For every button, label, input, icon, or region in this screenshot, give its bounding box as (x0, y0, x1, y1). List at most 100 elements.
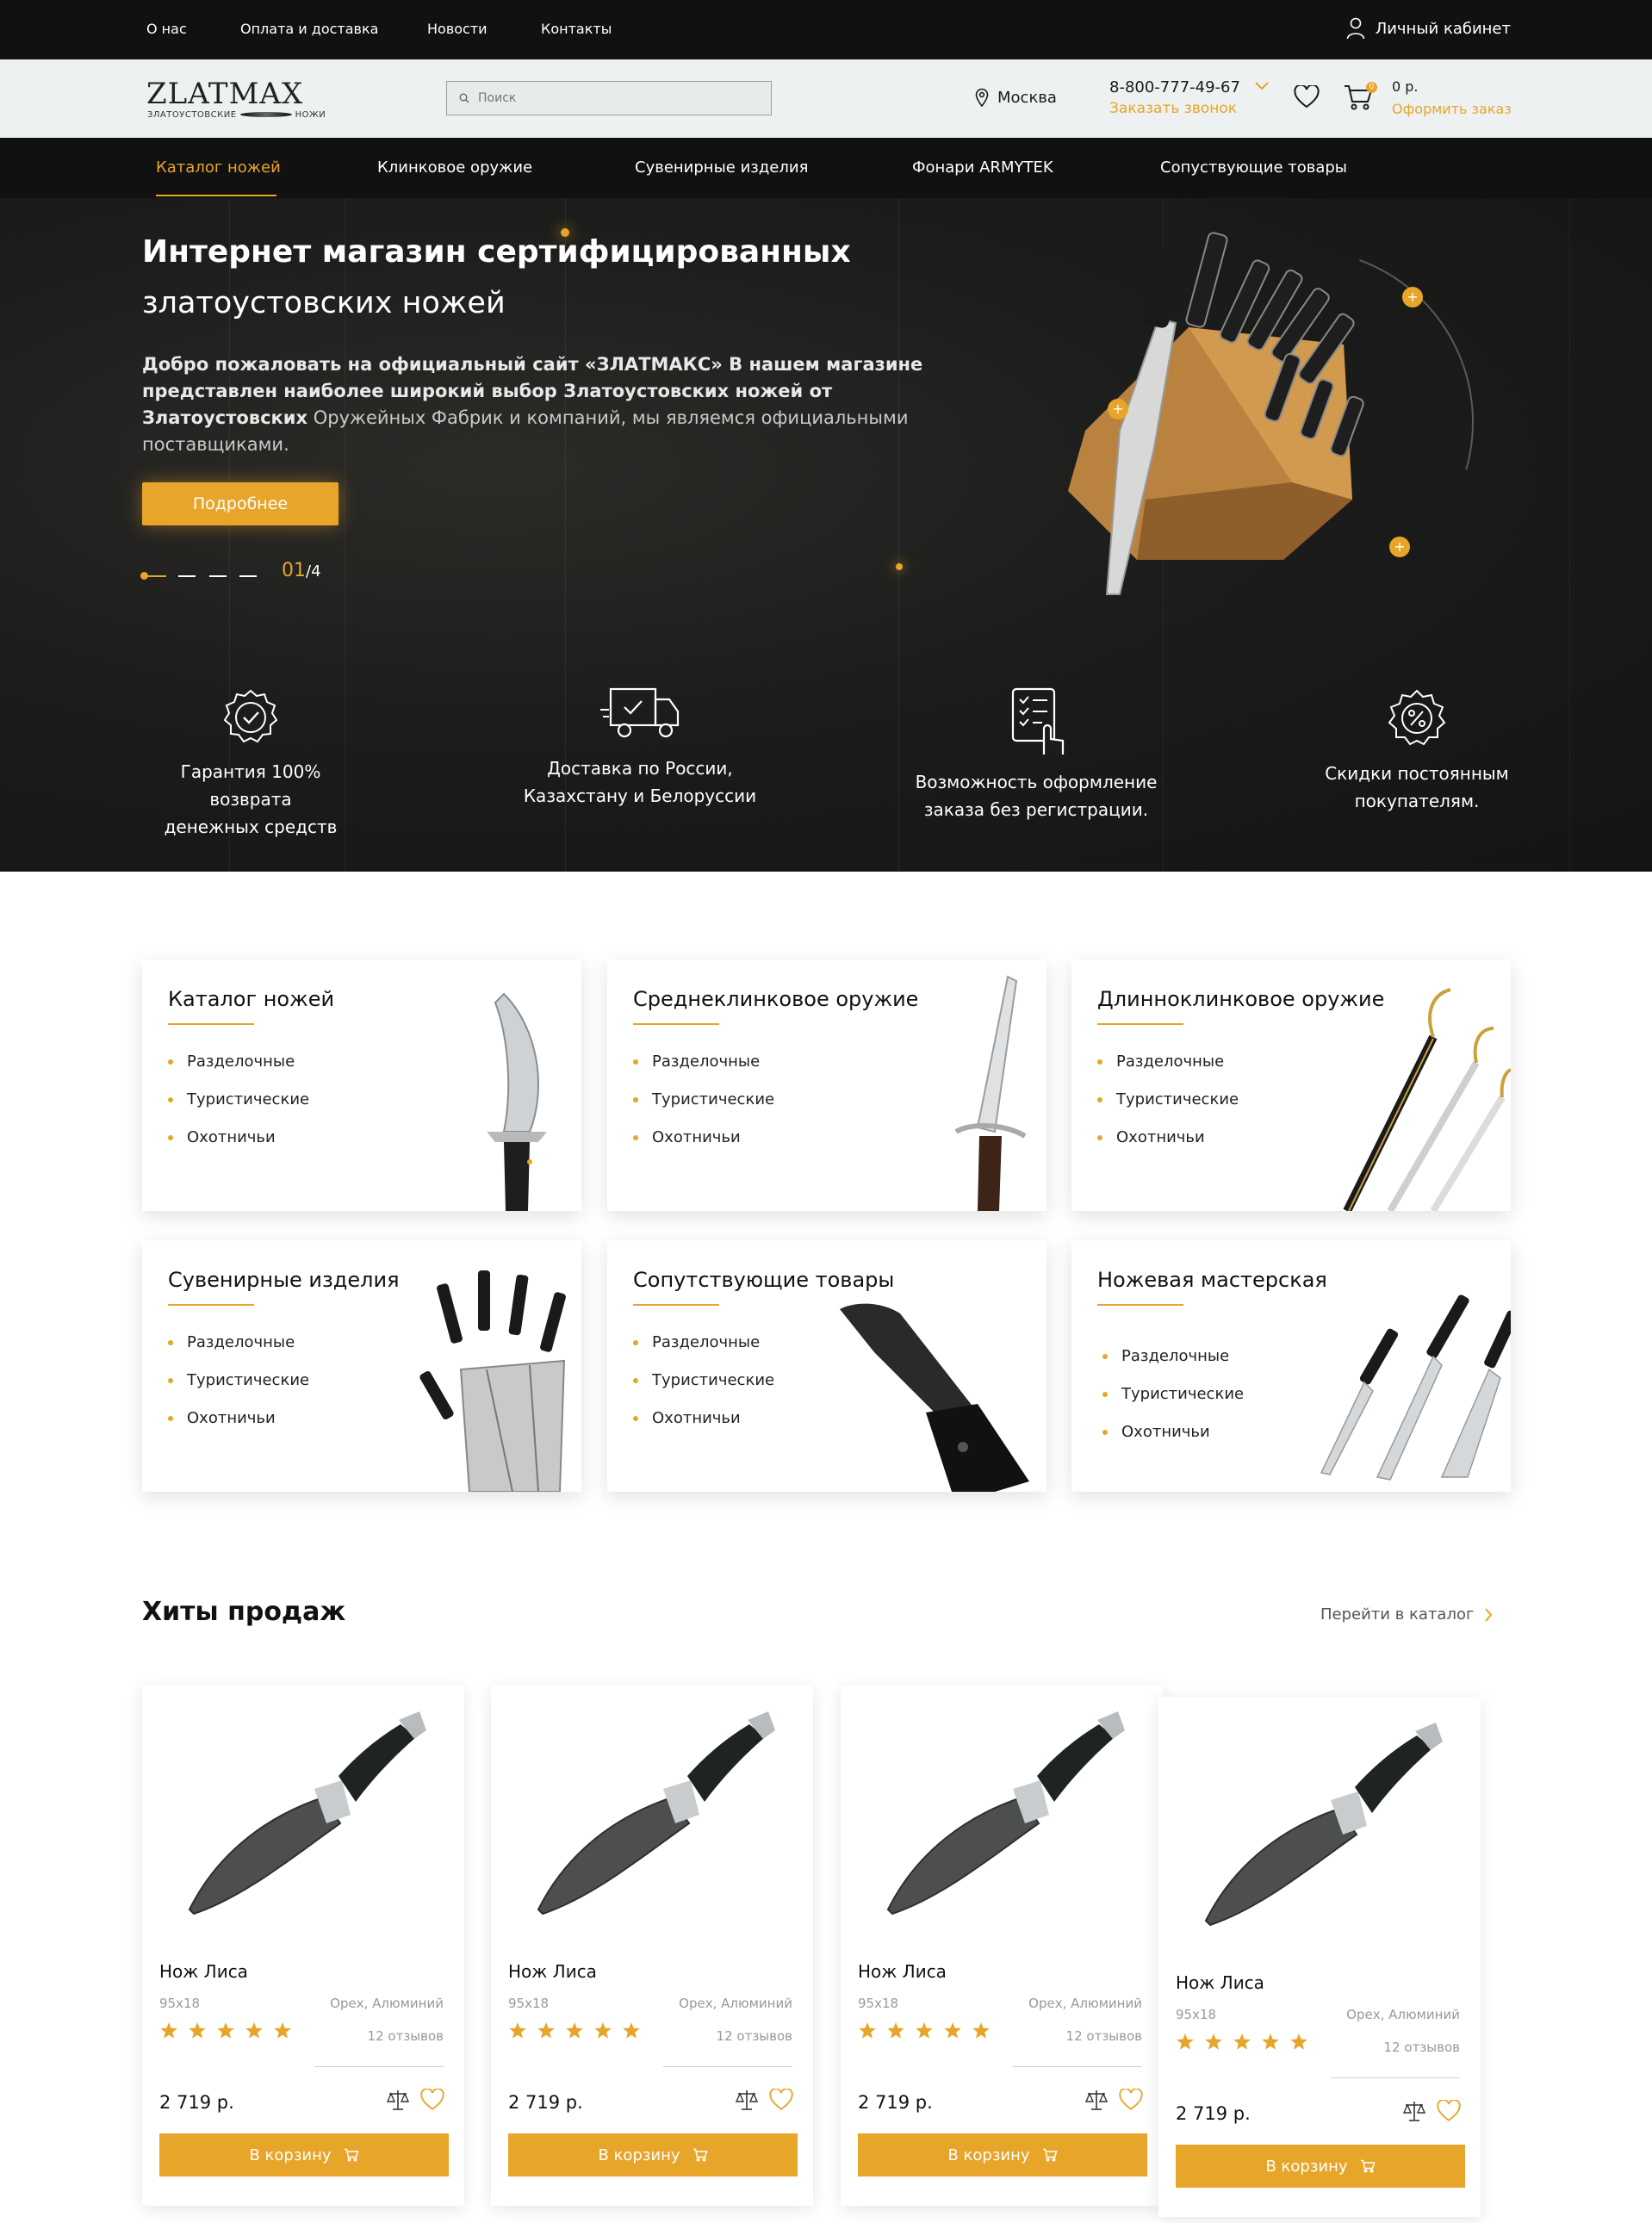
logo[interactable]: ZLATMAX (146, 77, 303, 111)
star-icon (1262, 2034, 1279, 2050)
nav-item-knife-catalog[interactable]: Каталог ножей (156, 158, 281, 177)
product-reviews[interactable]: 12 отзывов (368, 2028, 444, 2044)
logo-knife-mark (239, 112, 292, 117)
nav-item-blade-weapons[interactable]: Клинковое оружие (377, 158, 532, 177)
category-link[interactable]: Разделочные (633, 1053, 774, 1090)
category-link[interactable]: Охотничьи (168, 1409, 309, 1447)
category-card-knife-catalog[interactable]: Каталог ножей Разделочные Туристические … (142, 959, 581, 1211)
product-material: Орех, Алюминий (1028, 1996, 1142, 2011)
search-box[interactable] (446, 81, 772, 115)
category-link[interactable]: Охотничьи (168, 1128, 309, 1166)
star-icon (160, 2022, 177, 2039)
category-link[interactable]: Туристические (1097, 1090, 1239, 1128)
category-card-long-blade[interactable]: Длинноклинковое оружие Разделочные Турис… (1071, 959, 1511, 1211)
product-name[interactable]: Нож Лиса (508, 1961, 597, 1982)
category-list: Разделочные Туристические Охотничьи (1102, 1347, 1244, 1461)
search-input[interactable] (478, 91, 736, 105)
nav-item-related-goods[interactable]: Сопуствующие товары (1160, 158, 1347, 177)
top-link-news[interactable]: Новости (427, 21, 488, 37)
discount-badge-icon (1388, 689, 1446, 746)
product-reviews[interactable]: 12 отзывов (717, 2028, 792, 2044)
product-price: 2 719 р. (508, 2092, 583, 2113)
category-link[interactable]: Туристические (1102, 1385, 1244, 1423)
category-title[interactable]: Сувенирные изделия (168, 1268, 400, 1292)
top-bar: О нас Оплата и доставка Новости Контакты… (0, 0, 1652, 59)
slide-indicator-1[interactable] (142, 575, 166, 577)
add-to-cart-button[interactable]: В корзину (1176, 2145, 1465, 2188)
compare-scales-icon[interactable] (736, 2089, 758, 2111)
slide-indicator-4[interactable] (239, 575, 257, 577)
product-name[interactable]: Нож Лиса (159, 1961, 248, 1982)
go-to-catalog-link[interactable]: Перейти в каталог (1320, 1605, 1493, 1624)
nav-item-souvenirs[interactable]: Сувенирные изделия (635, 158, 808, 177)
top-link-about[interactable]: О нас (146, 21, 187, 37)
knife-set-image (419, 1270, 566, 1492)
star-icon (623, 2022, 640, 2039)
top-link-contacts[interactable]: Контакты (541, 21, 612, 37)
add-to-cart-button[interactable]: В корзину (858, 2133, 1147, 2176)
category-link[interactable]: Разделочные (633, 1333, 774, 1371)
category-link[interactable]: Разделочные (1102, 1347, 1244, 1385)
category-card-souvenirs[interactable]: Сувенирные изделия Разделочные Туристиче… (142, 1240, 581, 1492)
star-icon (537, 2022, 555, 2039)
account-link[interactable]: Личный кабинет (1346, 17, 1511, 40)
heart-icon[interactable] (1119, 2089, 1143, 2111)
category-link[interactable]: Охотничьи (633, 1128, 774, 1166)
category-link[interactable]: Туристические (168, 1090, 309, 1128)
callback-link[interactable]: Заказать звонок (1109, 100, 1237, 117)
category-list: Разделочные Туристические Охотничьи (168, 1333, 309, 1447)
logo-subtitle: ЗЛАТОУСТОВСКИЕ НОЖИ (147, 110, 326, 120)
product-name[interactable]: Нож Лиса (858, 1961, 947, 1982)
heart-icon[interactable] (1437, 2100, 1461, 2122)
category-link[interactable]: Охотничьи (633, 1409, 774, 1447)
star-icon (1290, 2034, 1307, 2050)
feature-no-registration-line2: заказа без регистрации. (923, 799, 1149, 820)
category-card-related-goods[interactable]: Сопутствующие товары Разделочные Туристи… (607, 1240, 1046, 1492)
chevron-down-icon[interactable] (1255, 82, 1269, 90)
product-card[interactable]: Нож Лиса 95x18 Орех, Алюминий 12 отзывов 2 7… (1158, 1697, 1481, 2217)
location-pin-icon (975, 88, 989, 107)
product-name[interactable]: Нож Лиса (1176, 1972, 1264, 1993)
product-card[interactable]: Нож Лиса 95x18 Орех, Алюминий 12 отзывов 2 7… (841, 1686, 1163, 2206)
star-icon (1177, 2034, 1194, 2050)
category-title[interactable]: Каталог ножей (168, 987, 334, 1011)
slide-indicator-2[interactable] (178, 575, 196, 577)
category-card-knife-workshop[interactable]: Ножевая мастерская Разделочные Туристиче… (1071, 1240, 1511, 1492)
category-card-medium-blade[interactable]: Среднеклинковое оружие Разделочные Турис… (607, 959, 1046, 1211)
product-reviews[interactable]: 12 отзывов (1384, 2040, 1460, 2055)
cart-icon (344, 2148, 359, 2162)
product-card[interactable]: Нож Лиса 95x18 Орех, Алюминий 12 отзывов 2 7… (142, 1686, 464, 2206)
hero-divider (1569, 198, 1570, 872)
add-to-cart-button[interactable]: В корзину (508, 2133, 798, 2176)
category-link[interactable]: Туристические (633, 1090, 774, 1128)
more-button[interactable]: Подробнее (142, 482, 338, 525)
heart-icon[interactable] (420, 2089, 444, 2111)
hero-subtitle: златоустовских ножей (142, 286, 506, 320)
compare-scales-icon[interactable] (1403, 2100, 1425, 2122)
top-link-payment-delivery[interactable]: Оплата и доставка (240, 21, 378, 37)
slide-indicator-3[interactable] (209, 575, 227, 577)
compare-scales-icon[interactable] (387, 2089, 409, 2111)
search-icon[interactable] (459, 93, 469, 103)
heart-icon[interactable] (769, 2089, 793, 2111)
checkout-link[interactable]: Оформить заказ (1392, 101, 1512, 117)
category-link[interactable]: Разделочные (1097, 1053, 1239, 1090)
heart-icon[interactable] (1294, 85, 1320, 109)
star-icon (859, 2022, 876, 2039)
category-link[interactable]: Охотничьи (1097, 1128, 1239, 1166)
category-link[interactable]: Туристические (168, 1371, 309, 1409)
category-link[interactable]: Охотничьи (1102, 1423, 1244, 1461)
city-selector[interactable]: Москва (975, 88, 1057, 107)
nav-item-armytek-lights[interactable]: Фонари ARMYTEK (912, 158, 1053, 177)
category-link[interactable]: Разделочные (168, 1333, 309, 1371)
star-icon (566, 2022, 583, 2039)
product-reviews[interactable]: 12 отзывов (1066, 2028, 1142, 2044)
category-link[interactable]: Туристические (633, 1371, 774, 1409)
category-link[interactable]: Разделочные (168, 1053, 309, 1090)
compare-scales-icon[interactable] (1085, 2089, 1108, 2111)
product-card[interactable]: Нож Лиса 95x18 Орех, Алюминий 12 отзывов 2 7… (491, 1686, 813, 2206)
add-to-cart-button[interactable]: В корзину (159, 2133, 449, 2176)
feature-delivery-line2: Казахстану и Белоруссии (523, 786, 757, 806)
add-to-cart-label: В корзину (249, 2145, 332, 2164)
phone-number[interactable]: 8-800-777-49-67 (1109, 78, 1240, 96)
